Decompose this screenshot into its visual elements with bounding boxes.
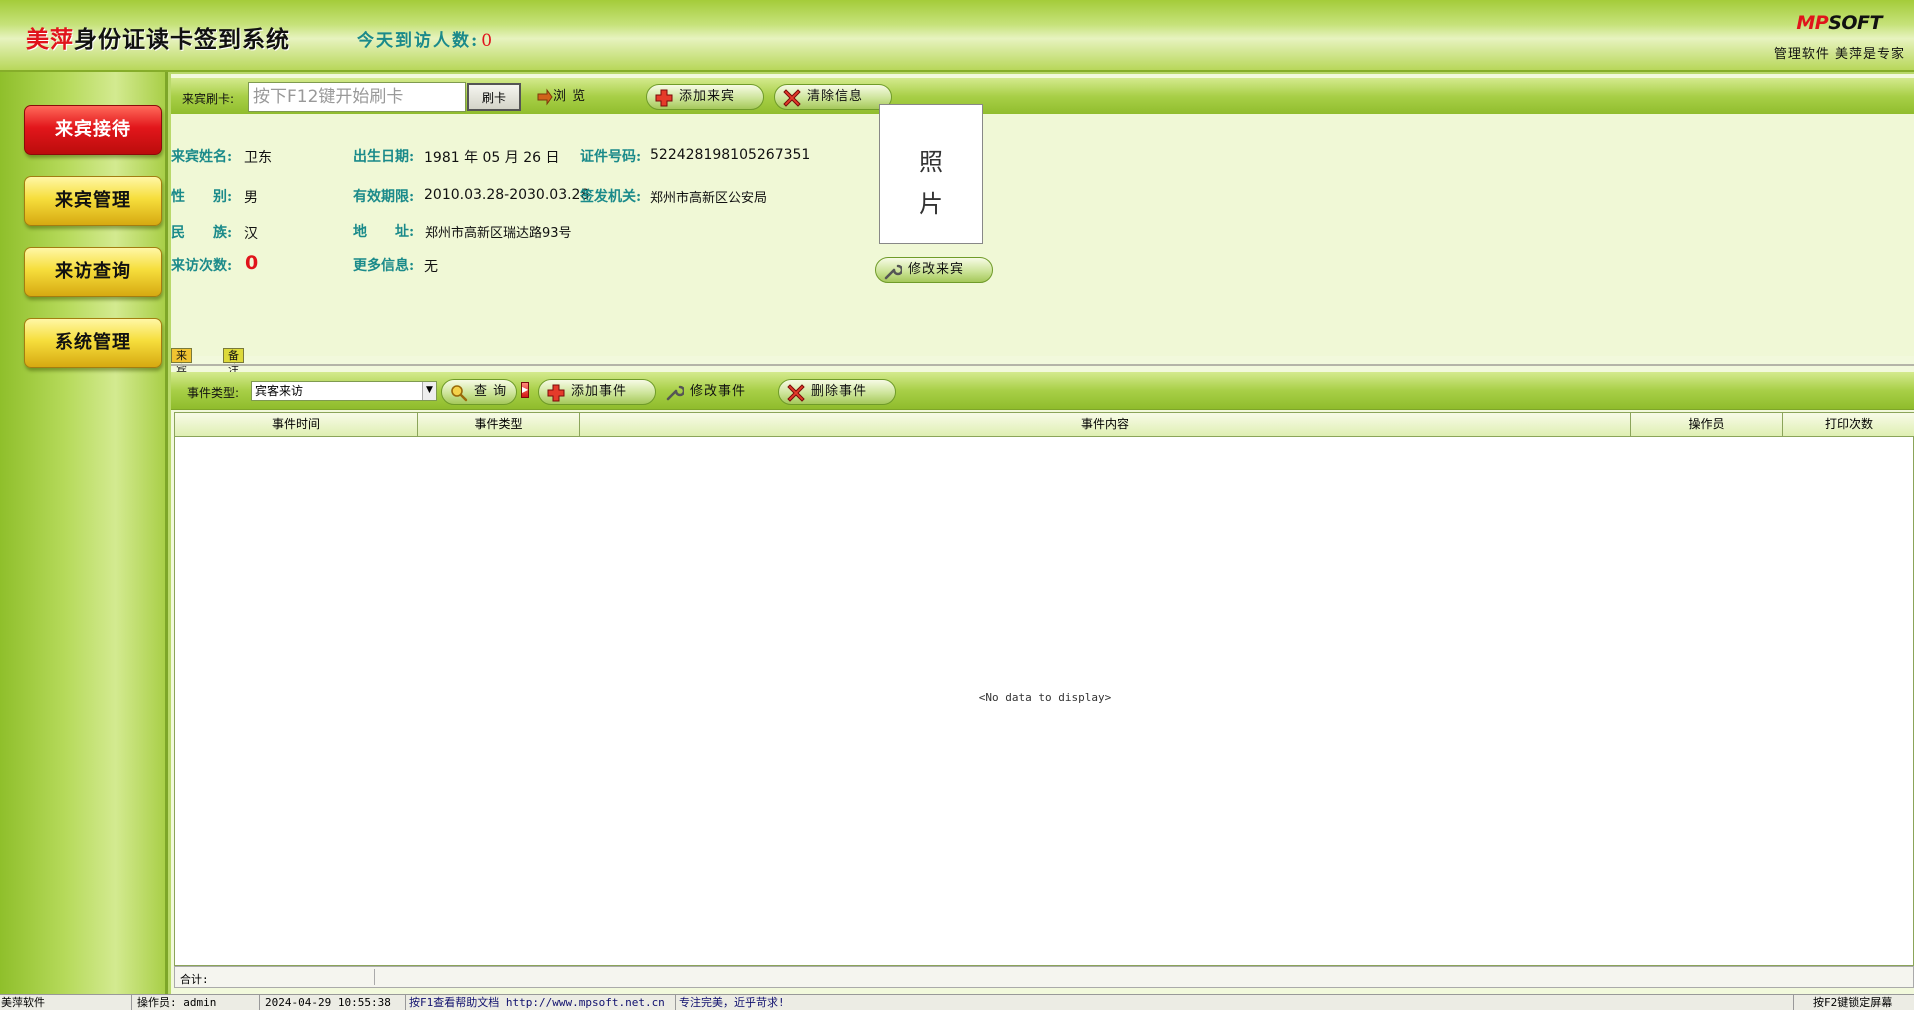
gender-value: 男 bbox=[244, 190, 258, 206]
address-label: 地 址: bbox=[353, 224, 415, 240]
add-event-button[interactable]: 添加事件 bbox=[538, 379, 656, 405]
tab-divider bbox=[171, 364, 1914, 366]
tab-remarks[interactable]: 备注说明 bbox=[223, 348, 244, 404]
modify-event-button[interactable]: 修改事件 bbox=[664, 379, 746, 405]
id-number-label: 证件号码: bbox=[580, 149, 642, 165]
guest-info-panel: 来宾姓名: 卫东 性 别: 男 民 族: 汉 来访次数: 0 出生日期: 198… bbox=[171, 104, 1914, 356]
status-help-link[interactable]: 按F1查看帮助文档 http://www.mpsoft.net.cn bbox=[408, 995, 676, 1010]
chevron-down-icon: ▼ bbox=[422, 382, 436, 400]
sidebar-item-system-management[interactable]: 系统管理 bbox=[24, 318, 162, 368]
guest-name-value: 卫东 bbox=[244, 150, 272, 166]
brand-logo: MPSOFT bbox=[1796, 12, 1882, 34]
column-header-event-content[interactable]: 事件内容 bbox=[580, 413, 1631, 437]
id-number-value: 522428198105267351 bbox=[650, 147, 811, 163]
ethnicity-label: 民 族: bbox=[171, 225, 233, 241]
sidebar-item-guest-management[interactable]: 来宾管理 bbox=[24, 176, 162, 226]
guest-name-label: 来宾姓名: bbox=[171, 149, 233, 165]
grid-footer: 合计: bbox=[174, 966, 1914, 988]
total-label: 合计: bbox=[180, 973, 209, 986]
status-datetime: 2024-04-29 10:55:38 bbox=[264, 995, 406, 1010]
swipe-card-button[interactable]: 刷卡 bbox=[467, 83, 521, 111]
modify-guest-button[interactable]: 修改来宾 bbox=[875, 257, 993, 283]
app-title: 美萍身份证读卡签到系统 bbox=[26, 26, 290, 53]
clear-info-button[interactable]: 清除信息 bbox=[774, 84, 892, 110]
sidebar-item-guest-reception[interactable]: 来宾接待 bbox=[24, 105, 162, 155]
sidebar: 来宾接待 来宾管理 来访查询 系统管理 bbox=[0, 72, 168, 994]
card-swipe-label: 来宾刷卡: bbox=[182, 92, 235, 106]
delete-x-icon bbox=[783, 89, 801, 107]
ethnicity-value: 汉 bbox=[244, 226, 258, 242]
validity-label: 有效期限: bbox=[353, 189, 415, 205]
status-lock-hint: 按F2键锁定屏幕 bbox=[1813, 996, 1893, 1009]
card-toolbar: 来宾刷卡: 刷卡 浏 览 添加来宾 清除信息 bbox=[171, 78, 1914, 116]
status-app-name: 美萍软件 bbox=[0, 995, 132, 1010]
visit-count-label: 来访次数: bbox=[171, 258, 233, 274]
delete-x-icon bbox=[787, 384, 805, 402]
visitors-today: 今天到访人数: 0 bbox=[357, 26, 494, 51]
wrench-icon bbox=[884, 264, 902, 280]
brand-tagline: 管理软件 美萍是专家 bbox=[1773, 47, 1905, 62]
visitors-today-count: 0 bbox=[481, 31, 495, 51]
print-icon[interactable]: ▶ bbox=[521, 382, 529, 398]
status-bar: 美萍软件 操作员: admin 2024-04-29 10:55:38 按F1查… bbox=[0, 994, 1914, 1010]
arrow-icon bbox=[537, 88, 553, 106]
search-icon bbox=[451, 385, 468, 402]
status-operator: 操作员: admin bbox=[136, 995, 260, 1010]
issuer-value: 郑州市高新区公安局 bbox=[650, 191, 768, 206]
delete-event-button[interactable]: 删除事件 bbox=[778, 379, 896, 405]
event-toolbar: 事件类型: 宾客来访 ▼ 查 询 ▶ 添加事件 修改事件 删除事件 bbox=[171, 372, 1914, 410]
address-value: 郑州市高新区瑞达路93号 bbox=[425, 226, 572, 241]
add-guest-button[interactable]: 添加来宾 bbox=[646, 84, 764, 110]
grid-empty-message: <No data to display> bbox=[978, 691, 1112, 704]
birth-date-value: 1981 年 05 月 26 日 bbox=[424, 150, 560, 166]
main-panel: 来宾刷卡: 刷卡 浏 览 添加来宾 清除信息 来宾姓名: 卫东 性 别: 男 民… bbox=[171, 74, 1914, 994]
visit-count-value: 0 bbox=[245, 252, 259, 274]
event-type-select[interactable]: 宾客来访 ▼ bbox=[251, 381, 437, 401]
browse-button[interactable]: 浏 览 bbox=[527, 84, 586, 110]
wrench-icon bbox=[666, 385, 684, 401]
events-grid: 事件时间 事件类型 事件内容 操作员 打印次数 <No data to disp… bbox=[174, 412, 1914, 966]
event-type-label: 事件类型: bbox=[187, 386, 240, 400]
plus-icon bbox=[547, 384, 565, 402]
column-header-print-count[interactable]: 打印次数 bbox=[1783, 413, 1914, 437]
query-button[interactable]: 查 询 bbox=[441, 379, 517, 405]
gender-label: 性 别: bbox=[171, 189, 233, 205]
status-slogan: 专注完美，近乎苛求! bbox=[678, 995, 1794, 1010]
visitors-today-label: 今天到访人数: bbox=[357, 31, 480, 51]
grid-header: 事件时间 事件类型 事件内容 操作员 打印次数 bbox=[175, 413, 1914, 437]
validity-value: 2010.03.28-2030.03.28 bbox=[424, 187, 590, 203]
card-swipe-input[interactable] bbox=[248, 82, 466, 112]
total-value bbox=[215, 969, 375, 985]
column-header-event-type[interactable]: 事件类型 bbox=[418, 413, 580, 437]
plus-icon bbox=[655, 89, 673, 107]
sidebar-item-visit-query[interactable]: 来访查询 bbox=[24, 247, 162, 297]
tab-guest-events[interactable]: 来宾事件 bbox=[171, 348, 192, 404]
column-header-event-time[interactable]: 事件时间 bbox=[175, 413, 418, 437]
more-info-value: 无 bbox=[424, 259, 438, 275]
guest-photo: 照 片 bbox=[879, 104, 983, 244]
issuer-label: 签发机关: bbox=[580, 189, 642, 205]
column-header-operator[interactable]: 操作员 bbox=[1631, 413, 1783, 437]
app-header: 美萍身份证读卡签到系统 今天到访人数: 0 MPSOFT 管理软件 美萍是专家 bbox=[0, 0, 1914, 72]
more-info-label: 更多信息: bbox=[353, 258, 415, 274]
birth-date-label: 出生日期: bbox=[353, 149, 415, 165]
